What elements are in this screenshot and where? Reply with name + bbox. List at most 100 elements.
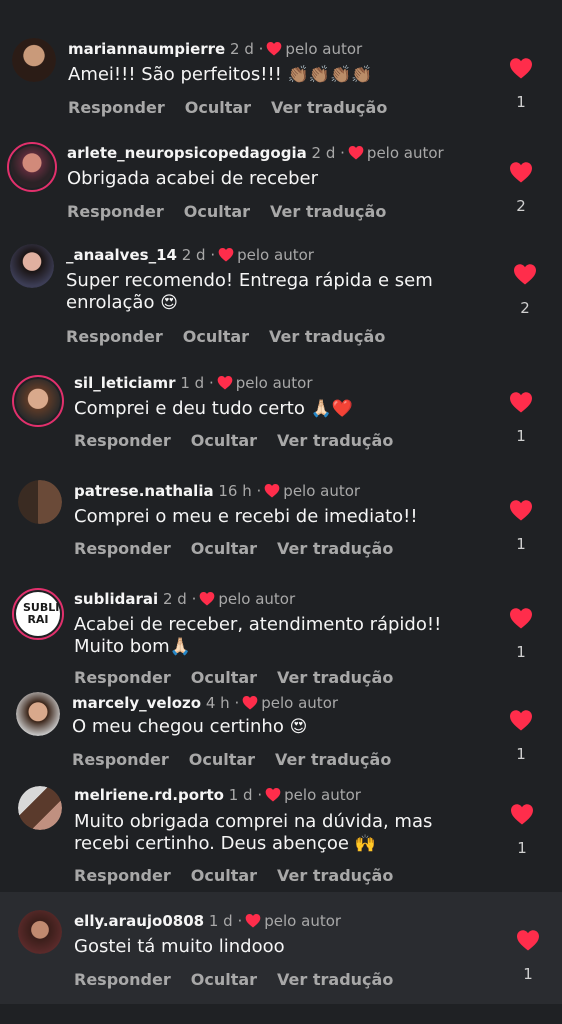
- reply-button[interactable]: Responder: [68, 98, 165, 117]
- avatar[interactable]: [16, 692, 60, 736]
- like-button[interactable]: 1: [516, 929, 540, 983]
- timestamp: 1 d: [180, 374, 205, 392]
- hide-button[interactable]: Ocultar: [191, 431, 257, 450]
- avatar[interactable]: [18, 910, 62, 954]
- hide-button[interactable]: Ocultar: [184, 202, 250, 221]
- username[interactable]: sil_leticiamr: [74, 374, 176, 392]
- heart-icon[interactable]: [509, 391, 533, 413]
- username[interactable]: sublidarai: [74, 590, 158, 608]
- avatar[interactable]: [18, 480, 62, 524]
- reply-button[interactable]: Responder: [72, 750, 169, 769]
- avatar-image: [18, 910, 62, 954]
- translate-button[interactable]: Ver tradução: [277, 431, 393, 450]
- hide-button[interactable]: Ocultar: [183, 327, 249, 346]
- avatar[interactable]: [10, 244, 54, 288]
- username[interactable]: patrese.nathalia: [74, 482, 214, 500]
- username[interactable]: elly.araujo0808: [74, 912, 204, 930]
- hide-button[interactable]: Ocultar: [189, 750, 255, 769]
- username[interactable]: melriene.rd.porto: [74, 786, 224, 804]
- like-button[interactable]: 1: [509, 57, 533, 111]
- reply-button[interactable]: Responder: [74, 431, 171, 450]
- comment-emoji: 🙏🏻❤️: [310, 399, 353, 419]
- liked-by-author-label: pelo autor: [261, 694, 339, 712]
- heart-icon[interactable]: [509, 161, 533, 183]
- heart-icon: [266, 41, 282, 56]
- comment-actions: Responder Ocultar Ver tradução: [74, 668, 413, 687]
- heart-icon: [264, 483, 280, 498]
- hide-button[interactable]: Ocultar: [191, 539, 257, 558]
- avatar-image: [16, 379, 60, 423]
- comment-header: mariannaumpierre 2 d · pelo autor: [68, 40, 363, 58]
- like-button[interactable]: 1: [510, 803, 534, 857]
- avatar[interactable]: [18, 786, 62, 830]
- liked-by-author-label: pelo autor: [237, 246, 314, 264]
- comment-text: O meu chegou certinho 😍: [72, 716, 308, 737]
- translate-button[interactable]: Ver tradução: [277, 970, 393, 989]
- timestamp: 2 d: [311, 144, 336, 162]
- comment-actions: Responder Ocultar Ver tradução: [74, 866, 413, 885]
- translate-button[interactable]: Ver tradução: [277, 866, 393, 885]
- translate-button[interactable]: Ver tradução: [269, 327, 385, 346]
- avatar-image: [12, 38, 56, 82]
- heart-icon[interactable]: [509, 57, 533, 79]
- like-button[interactable]: 2: [513, 263, 537, 317]
- translate-button[interactable]: Ver tradução: [271, 98, 387, 117]
- comment-actions: Responder Ocultar Ver tradução: [72, 750, 411, 769]
- comment-item: patrese.nathalia 16 h · pelo autor Compre…: [0, 474, 562, 584]
- heart-icon[interactable]: [516, 929, 540, 951]
- username[interactable]: mariannaumpierre: [68, 40, 225, 58]
- username[interactable]: _anaalves_14: [66, 246, 177, 264]
- hide-button[interactable]: Ocultar: [185, 98, 251, 117]
- comment-actions: Responder Ocultar Ver tradução: [74, 431, 413, 450]
- comment-text: Muito obrigada comprei na dúvida, mas re…: [74, 811, 433, 854]
- like-button[interactable]: 1: [509, 391, 533, 445]
- avatar[interactable]: [12, 375, 64, 427]
- comment-text: Gostei tá muito lindooo: [74, 936, 285, 957]
- like-button[interactable]: 2: [509, 161, 533, 215]
- hide-button[interactable]: Ocultar: [191, 970, 257, 989]
- comment-header: sil_leticiamr 1 d · pelo autor: [74, 374, 313, 392]
- timestamp: 4 h: [205, 694, 230, 712]
- reply-button[interactable]: Responder: [66, 327, 163, 346]
- translate-button[interactable]: Ver tradução: [270, 202, 386, 221]
- like-count: 1: [516, 535, 526, 553]
- reply-button[interactable]: Responder: [74, 866, 171, 885]
- like-count: 1: [523, 965, 533, 983]
- translate-button[interactable]: Ver tradução: [277, 668, 393, 687]
- like-button[interactable]: 1: [509, 607, 533, 661]
- comment-text: Comprei e deu tudo certo 🙏🏻❤️: [74, 398, 353, 419]
- avatar[interactable]: [12, 38, 56, 82]
- heart-icon: [245, 913, 261, 928]
- comment-emoji: 👏🏽👏🏽👏🏽👏🏽: [287, 65, 373, 85]
- avatar[interactable]: SUBLI RAI: [12, 588, 64, 640]
- username[interactable]: marcely_velozo: [72, 694, 201, 712]
- heart-icon[interactable]: [509, 499, 533, 521]
- heart-icon[interactable]: [513, 263, 537, 285]
- comment-emoji: 😍: [289, 717, 308, 737]
- avatar-logo: SUBLI RAI: [16, 592, 60, 636]
- heart-icon[interactable]: [510, 803, 534, 825]
- username[interactable]: arlete_neuropsicopedagogia: [67, 144, 307, 162]
- comment-text: Comprei o meu e recebi de imediato!!: [74, 506, 418, 527]
- hide-button[interactable]: Ocultar: [191, 668, 257, 687]
- comment-item: marcely_velozo 4 h · pelo autor O meu che…: [0, 692, 562, 782]
- hide-button[interactable]: Ocultar: [191, 866, 257, 885]
- comment-actions: Responder Ocultar Ver tradução: [66, 327, 405, 346]
- like-count: 2: [516, 197, 526, 215]
- heart-icon[interactable]: [509, 607, 533, 629]
- comment-header: sublidarai 2 d · pelo autor: [74, 590, 296, 608]
- heart-icon[interactable]: [509, 709, 533, 731]
- comment-item: sil_leticiamr 1 d · pelo autor Comprei e …: [0, 366, 562, 474]
- like-button[interactable]: 1: [509, 499, 533, 553]
- avatar-image: [11, 146, 53, 188]
- comment-actions: Responder Ocultar Ver tradução: [68, 98, 407, 117]
- translate-button[interactable]: Ver tradução: [277, 539, 393, 558]
- avatar[interactable]: [7, 142, 57, 192]
- reply-button[interactable]: Responder: [74, 970, 171, 989]
- like-button[interactable]: 1: [509, 709, 533, 763]
- liked-by-author-label: pelo autor: [218, 590, 296, 608]
- reply-button[interactable]: Responder: [74, 539, 171, 558]
- translate-button[interactable]: Ver tradução: [275, 750, 391, 769]
- reply-button[interactable]: Responder: [67, 202, 164, 221]
- reply-button[interactable]: Responder: [74, 668, 171, 687]
